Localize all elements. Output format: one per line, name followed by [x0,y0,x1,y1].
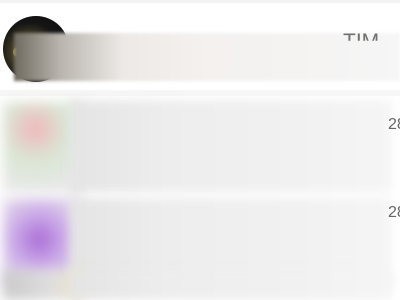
blurred-item-content [70,270,392,300]
item-edge-text: 28 [388,116,400,133]
feed-list: 28 28 [0,98,400,300]
item-edge-text: 28 [388,204,400,221]
blurred-title-area [14,33,400,81]
list-item[interactable] [0,270,400,300]
list-item[interactable]: 28 [0,98,400,198]
blurred-item-content [70,100,392,192]
profile-header: TIM [0,3,400,88]
section-divider [0,90,400,96]
